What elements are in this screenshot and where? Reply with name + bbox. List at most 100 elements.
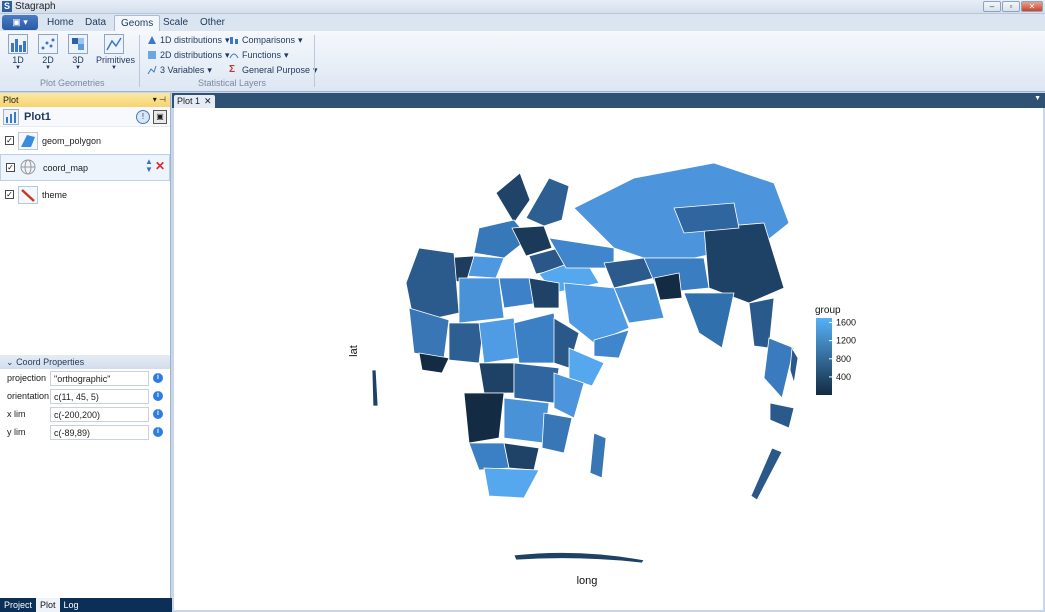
delete-icon[interactable]: ✕ — [155, 159, 165, 173]
tab-plot-1[interactable]: Plot 1 ✕ — [174, 95, 215, 108]
info-icon[interactable]: i — [153, 373, 163, 383]
legend-tick-label: 400 — [836, 372, 851, 382]
tab-scale[interactable]: Scale — [157, 15, 194, 31]
document-tab-strip: Plot 1 ✕ ▼ — [172, 93, 1045, 108]
ribbon-tab-row: ▣ ▾ Home Data Geoms Scale Other — [0, 14, 1045, 31]
projection-input[interactable]: "orthographic" — [50, 370, 149, 386]
bottom-tabs: Project Plot Log — [0, 598, 172, 612]
window-controls: – ▫ ✕ — [983, 1, 1043, 12]
pin-icon[interactable]: ▾ ⊣ — [153, 93, 166, 107]
tab-home[interactable]: Home — [41, 15, 80, 31]
xlim-input[interactable]: c(-200,200) — [50, 406, 149, 422]
country-polygon — [589, 432, 607, 479]
country-polygon — [673, 202, 740, 234]
country-polygon — [483, 467, 540, 499]
country-polygon — [478, 362, 515, 394]
geom-2d-button[interactable]: 2D ▼ — [35, 34, 61, 71]
geom-1d-button[interactable]: 1D ▼ — [5, 34, 31, 71]
close-icon[interactable]: ✕ — [204, 95, 212, 108]
country-polygon — [683, 292, 735, 349]
country-polygon — [541, 412, 573, 454]
chevron-down-icon: ▼ — [75, 65, 81, 71]
statistical-layers-label: Statistical Layers — [198, 78, 267, 88]
prop-row-xlim: x lim c(-200,200) i — [0, 405, 170, 423]
country-polygon — [653, 272, 683, 301]
layer-geom-polygon[interactable]: ✓ geom_polygon — [0, 127, 170, 154]
plot-panel: Plot ▾ ⊣ Plot1 ! ▣ ✓ geom_polygon ✓ coor… — [0, 93, 171, 598]
primitives-button[interactable]: Primitives ▼ — [96, 34, 136, 71]
collapse-icon: ⌄ — [6, 357, 14, 367]
info-icon[interactable]: i — [153, 409, 163, 419]
map-svg: long lat group 400 800 1200 1600 — [348, 162, 856, 587]
move-up-down-icon[interactable]: ▲ ▼ — [145, 158, 153, 174]
tab-plot[interactable]: Plot — [36, 598, 60, 612]
grid-3d-icon — [68, 34, 88, 54]
info-icon[interactable]: i — [153, 427, 163, 437]
scatter-icon — [38, 34, 58, 54]
chevron-down-icon: ▾ — [284, 49, 289, 60]
doc-tab-label: Plot 1 — [177, 96, 201, 106]
country-polygon — [458, 277, 505, 324]
polygon-icon — [18, 131, 38, 150]
three-vars-icon — [147, 65, 157, 75]
legend-title: group — [815, 305, 841, 316]
comparisons-icon — [229, 35, 239, 45]
country-polygon — [513, 362, 560, 404]
legend-colorbar — [816, 318, 832, 395]
prop-row-ylim: y lim c(-89,89) i — [0, 423, 170, 441]
info-icon[interactable]: i — [153, 391, 163, 401]
layer-label: theme — [42, 189, 68, 200]
layer-coord-map[interactable]: ✓ coord_map ▲ ▼ ✕ — [0, 154, 170, 181]
general-purpose-label: General Purpose — [242, 65, 311, 75]
save-icon[interactable]: ▣ — [153, 109, 167, 124]
tab-log[interactable]: Log — [60, 598, 83, 612]
tab-geoms[interactable]: Geoms — [114, 15, 161, 31]
geom-3d-button[interactable]: 3D ▼ — [65, 34, 91, 71]
functions-button[interactable]: Functions ▾ — [229, 48, 289, 62]
tab-project[interactable]: Project — [0, 598, 36, 612]
plot-canvas: long lat group 400 800 1200 1600 — [174, 108, 1043, 610]
chevron-down-icon: ▾ — [207, 64, 212, 75]
orientation-input[interactable]: c(11, 45, 5) — [50, 388, 149, 404]
y-axis-label: lat — [348, 345, 360, 357]
panel-header: Plot ▾ ⊣ — [0, 93, 170, 107]
app-menu-button[interactable]: ▣ ▾ — [2, 15, 38, 30]
ylim-input[interactable]: c(-89,89) — [50, 424, 149, 440]
geom-1d-label: 1D — [12, 55, 24, 65]
prop-name: orientation — [7, 391, 50, 401]
country-polygon — [513, 312, 560, 364]
tab-data[interactable]: Data — [79, 15, 112, 31]
country-polygon — [789, 346, 799, 384]
layer-checkbox[interactable]: ✓ — [5, 190, 14, 199]
layer-checkbox[interactable]: ✓ — [6, 163, 15, 172]
dist-2d-button[interactable]: 2D distributions ▾ — [147, 48, 230, 62]
app-logo-icon: S — [2, 1, 12, 12]
prop-name: projection — [7, 373, 47, 383]
plot-name: Plot1 — [24, 110, 51, 123]
coord-properties: ⌄ Coord Properties projection "orthograp… — [0, 355, 170, 441]
country-polygon — [371, 369, 379, 407]
tab-other[interactable]: Other — [194, 15, 231, 31]
minimize-button[interactable]: – — [983, 1, 1001, 12]
comparisons-button[interactable]: Comparisons ▾ — [229, 33, 303, 47]
ribbon-divider — [314, 35, 315, 87]
country-polygon — [503, 397, 550, 444]
primitives-icon — [104, 34, 124, 54]
three-vars-button[interactable]: 3 Variables ▾ — [147, 63, 212, 77]
layer-label: geom_polygon — [42, 135, 102, 146]
maximize-button[interactable]: ▫ — [1002, 1, 1020, 12]
legend: group 400 800 1200 1600 — [815, 305, 856, 395]
prop-name: y lim — [7, 427, 26, 437]
chevron-down-icon[interactable]: ▼ — [1034, 95, 1041, 102]
globe-icon — [19, 159, 39, 177]
country-polygon — [513, 552, 645, 564]
close-button[interactable]: ✕ — [1021, 1, 1043, 12]
coord-properties-header[interactable]: ⌄ Coord Properties — [0, 355, 170, 369]
general-purpose-button[interactable]: Σ General Purpose ▾ — [229, 63, 318, 77]
dist-1d-button[interactable]: 1D distributions ▾ — [147, 33, 230, 47]
panel-title: Plot — [3, 95, 19, 105]
layer-theme[interactable]: ✓ theme — [0, 181, 170, 208]
layer-checkbox[interactable]: ✓ — [5, 136, 14, 145]
primitives-label: Primitives — [96, 55, 136, 65]
info-button[interactable]: ! — [136, 109, 150, 124]
